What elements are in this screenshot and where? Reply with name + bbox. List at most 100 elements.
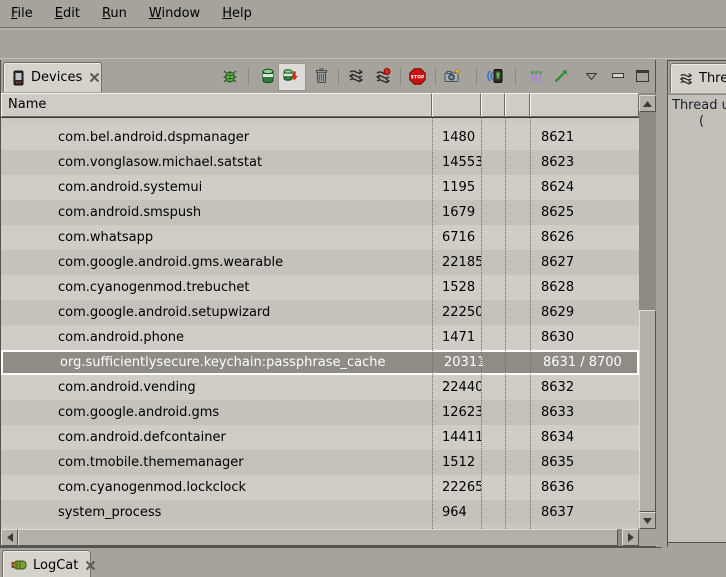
menu-edit[interactable]: Edit xyxy=(44,2,91,26)
column-divider xyxy=(432,118,433,529)
cell-pid: 14411 xyxy=(432,425,481,450)
scroll-right-button[interactable] xyxy=(622,529,639,546)
cell-name: system_process xyxy=(1,500,432,525)
close-icon[interactable] xyxy=(85,560,96,571)
cell-port: 8625 xyxy=(530,200,639,225)
sysinfo-columns-icon[interactable] xyxy=(527,67,545,85)
minimize-view-icon[interactable] xyxy=(609,67,627,85)
cell-name: com.google.android.gms xyxy=(1,400,432,425)
cell-port: 8637 xyxy=(530,500,639,525)
table-row[interactable]: com.android.smspush16798625 xyxy=(1,200,639,225)
menu-help[interactable]: Help xyxy=(211,2,263,26)
screen-capture-icon[interactable] xyxy=(443,67,461,85)
menu-bar: File Edit Run Window Help xyxy=(0,0,726,28)
toolbar-separator xyxy=(435,68,436,85)
table-row[interactable]: system_process9648637 xyxy=(1,500,639,525)
cell-pid: 14553 xyxy=(432,150,481,175)
cell-name: com.android.systemui xyxy=(1,175,432,200)
cell-pid: 12623 xyxy=(432,400,481,425)
cause-gc-trash-icon[interactable] xyxy=(312,67,330,85)
table-row[interactable]: com.google.android.gms.wearable221858627 xyxy=(1,250,639,275)
horizontal-scrollbar-thumb[interactable] xyxy=(18,529,618,546)
cell-pid: 22440 xyxy=(432,375,481,400)
menu-window[interactable]: Window xyxy=(138,2,211,26)
table-row[interactable]: com.android.vending224408632 xyxy=(1,375,639,400)
cell-port: 8634 xyxy=(530,425,639,450)
cell-name: com.cyanogenmod.lockclock xyxy=(1,475,432,500)
cell-port: 8630 xyxy=(530,325,639,350)
show-heap-updates-icon[interactable] xyxy=(259,67,277,85)
column-header-empty1[interactable] xyxy=(481,93,505,117)
close-icon[interactable] xyxy=(89,72,100,83)
cell-port: 8632 xyxy=(530,375,639,400)
table-row[interactable]: com.tmobile.thememanager15128635 xyxy=(1,450,639,475)
cell-port: 8635 xyxy=(530,450,639,475)
cell-pid: 22185 xyxy=(432,250,481,275)
ddms-window: File Edit Run Window Help Devices xyxy=(0,0,726,577)
method-profiling-icon[interactable] xyxy=(374,67,392,85)
cell-port: 8624 xyxy=(530,175,639,200)
view-menu-chevron-icon[interactable] xyxy=(585,67,598,85)
column-divider xyxy=(481,118,482,529)
scroll-left-button[interactable] xyxy=(1,529,18,546)
threads-message-line1: Thread up xyxy=(672,98,726,114)
scroll-up-button[interactable] xyxy=(639,95,656,112)
panel-splitter[interactable] xyxy=(656,60,668,547)
tab-devices[interactable]: Devices xyxy=(3,62,102,92)
table-row[interactable]: com.cyanogenmod.lockclock222658636 xyxy=(1,475,639,500)
menu-file[interactable]: File xyxy=(0,2,44,26)
tab-devices-label: Devices xyxy=(31,70,82,85)
cell-name: com.bel.android.dspmanager xyxy=(1,125,432,150)
partial-row-strip xyxy=(1,118,639,125)
threads-icon xyxy=(679,72,693,86)
table-row[interactable]: com.android.phone14718630 xyxy=(1,325,639,350)
table-row[interactable]: com.whatsapp67168626 xyxy=(1,225,639,250)
cell-name: com.android.defcontainer xyxy=(1,425,432,450)
table-row[interactable]: com.cyanogenmod.trebuchet15288628 xyxy=(1,275,639,300)
cell-pid: 1528 xyxy=(432,275,481,300)
vertical-scrollbar[interactable] xyxy=(639,93,656,529)
cell-pid: 6716 xyxy=(432,225,481,250)
maximize-view-icon[interactable] xyxy=(633,67,651,85)
column-header-name[interactable]: Name xyxy=(1,93,432,117)
table-row[interactable]: com.vonglasow.michael.satstat145538623 xyxy=(1,150,639,175)
column-header-pid[interactable] xyxy=(432,93,481,117)
cell-pid: 20311 xyxy=(434,350,483,375)
table-row[interactable]: com.bel.android.dspmanager14808621 xyxy=(1,125,639,150)
cell-port: 8621 xyxy=(530,125,639,150)
scroll-down-button[interactable] xyxy=(639,512,656,529)
tab-logcat-label: LogCat xyxy=(33,558,78,573)
cell-name: com.tmobile.thememanager xyxy=(1,450,432,475)
table-row[interactable]: com.android.systemui11958624 xyxy=(1,175,639,200)
cell-port: 8628 xyxy=(530,275,639,300)
menu-run[interactable]: Run xyxy=(91,2,138,26)
logcat-view: LogCat xyxy=(0,547,662,577)
column-header-empty2[interactable] xyxy=(505,93,530,117)
stop-process-icon[interactable]: STOP xyxy=(408,67,426,85)
threads-message-line2: ( xyxy=(699,114,704,129)
svg-text:STOP: STOP xyxy=(410,74,424,80)
dump-hprof-button[interactable] xyxy=(278,63,306,91)
table-row[interactable]: com.android.defcontainer14411 8634 xyxy=(1,425,639,450)
devices-view: Devices xyxy=(0,60,656,547)
cell-port: 8629 xyxy=(530,300,639,325)
update-threads-icon[interactable] xyxy=(347,67,365,85)
toolbar-separator xyxy=(400,68,401,85)
table-row[interactable]: com.google.android.gms126238633 xyxy=(1,400,639,425)
column-divider xyxy=(530,118,531,529)
main-toolbar xyxy=(0,29,726,59)
device-screen-stack-icon[interactable] xyxy=(486,67,504,85)
device-table-body: com.bel.android.dspmanager14808621com.vo… xyxy=(1,118,639,529)
tab-logcat[interactable]: LogCat xyxy=(2,550,91,577)
toolbar-separator xyxy=(515,68,516,85)
table-row[interactable]: com.google.android.setupwizard222508629 xyxy=(1,300,639,325)
column-header-port[interactable] xyxy=(530,93,639,117)
vertical-scrollbar-thumb[interactable] xyxy=(639,310,656,512)
cell-port: 8631 / 8700 xyxy=(532,350,639,375)
tab-threads[interactable]: Threa xyxy=(670,63,726,93)
horizontal-scrollbar[interactable] xyxy=(1,529,639,546)
trend-arrow-icon[interactable] xyxy=(552,67,570,85)
table-row[interactable]: org.sufficientlysecure.keychain:passphra… xyxy=(1,350,639,375)
debug-process-icon[interactable] xyxy=(221,67,239,85)
cell-pid: 22265 xyxy=(432,475,481,500)
